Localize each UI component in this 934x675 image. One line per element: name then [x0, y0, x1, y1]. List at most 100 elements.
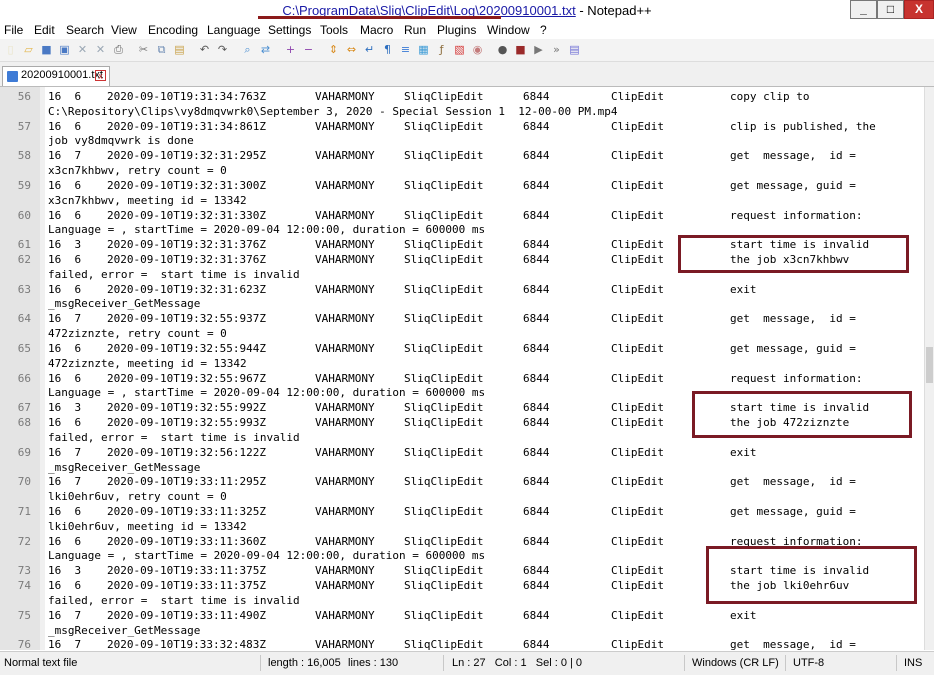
function-list-icon[interactable]: ƒ [434, 42, 449, 57]
tab-close-icon[interactable]: x [95, 70, 106, 81]
line-number: 60 [17, 208, 31, 222]
log-component: ClipEdit [611, 149, 664, 163]
zoom-out-icon[interactable]: − [301, 42, 316, 57]
log-log-level: 16 7 [48, 638, 82, 650]
menu-window[interactable]: Window [487, 23, 530, 37]
save-macro-icon[interactable]: ▤ [567, 42, 582, 57]
log-message: get message, id = [730, 149, 856, 163]
log-line-60: 60 16 6 2020-09-10T19:32:31:330Z VAHARMONY S… [0, 208, 924, 223]
text-editor[interactable]: 56 16 6 2020-09-10T19:31:34:763Z VAHARMONY S… [0, 87, 924, 650]
line-number: 70 [17, 475, 31, 489]
close-window-button[interactable]: X [904, 0, 934, 19]
line-number: 63 [17, 282, 31, 296]
minimize-button[interactable]: _ [850, 0, 877, 19]
status-divider [443, 655, 444, 671]
log-line-wrap: job vy8dmqvwrk is done [0, 133, 924, 148]
menu-view[interactable]: View [111, 23, 137, 37]
log-component: ClipEdit [611, 238, 664, 252]
zoom-in-icon[interactable]: + [283, 42, 298, 57]
line-number: 72 [17, 534, 31, 548]
stop-macro-icon[interactable]: ■ [513, 42, 528, 57]
log-timestamp: 2020-09-10T19:32:55:992Z [107, 401, 266, 415]
log-machine-name: VAHARMONY [315, 341, 375, 355]
log-app-name: SliqClipEdit [404, 371, 484, 385]
log-machine-name: VAHARMONY [315, 312, 375, 326]
tab-file[interactable]: 20200910001.txt x [2, 66, 110, 86]
line-number: 56 [17, 90, 31, 103]
print-icon[interactable]: ⎙ [111, 42, 126, 57]
log-line-wrap: C:\Repository\Clips\vy8dmqvwrk0\Septembe… [0, 104, 924, 119]
close-icon[interactable]: ✕ [75, 42, 90, 57]
log-line-69: 69 16 7 2020-09-10T19:32:56:122Z VAHARMONY S… [0, 445, 924, 460]
status-encoding[interactable]: UTF-8 [793, 657, 824, 669]
log-app-name: SliqClipEdit [404, 282, 484, 296]
log-log-level: 16 7 [48, 608, 82, 622]
save-all-icon[interactable]: ▣ [57, 42, 72, 57]
save-icon[interactable]: ■ [39, 42, 54, 57]
redo-icon[interactable]: ↷ [215, 42, 230, 57]
show-all-chars-icon[interactable]: ¶ [380, 42, 395, 57]
replace-icon[interactable]: ⇄ [258, 42, 273, 57]
log-message: copy clip to [730, 90, 810, 103]
paste-icon[interactable]: ▤ [172, 42, 187, 57]
folder-workspace-icon[interactable]: ▧ [452, 42, 467, 57]
menu-settings[interactable]: Settings [268, 23, 311, 37]
menu-search[interactable]: Search [66, 23, 104, 37]
log-log-level: 16 6 [48, 416, 82, 430]
log-line-wrap: _msgReceiver_GetMessage [0, 623, 924, 638]
log-timestamp: 2020-09-10T19:32:55:993Z [107, 416, 266, 430]
play-macro-icon[interactable]: ▶ [531, 42, 546, 57]
vertical-scrollbar[interactable] [924, 87, 934, 650]
undo-icon[interactable]: ↶ [197, 42, 212, 57]
log-line-76: 76 16 7 2020-09-10T19:33:32:483Z VAHARMONY S… [0, 637, 924, 650]
menu-plugins[interactable]: Plugins [437, 23, 476, 37]
line-number: 67 [17, 401, 31, 415]
status-eol[interactable]: Windows (CR LF) [692, 657, 779, 669]
log-wrapped-text: x3cn7khbwv, retry count = 0 [48, 164, 227, 178]
open-file-icon[interactable]: ▱ [21, 42, 36, 57]
log-line-66: 66 16 6 2020-09-10T19:32:55:967Z VAHARMONY S… [0, 371, 924, 386]
close-all-icon[interactable]: ✕ [93, 42, 108, 57]
log-app-name: SliqClipEdit [404, 638, 484, 650]
menu-help[interactable]: ? [540, 23, 547, 37]
log-process-id: 6844 [523, 253, 550, 267]
menu-tools[interactable]: Tools [320, 23, 348, 37]
log-wrapped-text: _msgReceiver_GetMessage [48, 460, 201, 474]
log-process-id: 6844 [523, 208, 550, 222]
sync-vertical-icon[interactable]: ⇕ [326, 42, 341, 57]
status-divider [684, 655, 685, 671]
find-icon[interactable]: ⌕ [240, 42, 255, 57]
new-file-icon[interactable]: ▯ [3, 42, 18, 57]
log-wrapped-text: failed, error = start time is invalid [48, 267, 300, 281]
log-machine-name: VAHARMONY [315, 475, 375, 489]
cut-icon[interactable]: ✂ [136, 42, 151, 57]
log-process-id: 6844 [523, 282, 550, 296]
word-wrap-icon[interactable]: ↵ [362, 42, 377, 57]
maximize-button[interactable]: □ [877, 0, 904, 19]
monitor-icon[interactable]: ◉ [470, 42, 485, 57]
copy-icon[interactable]: ⧉ [154, 42, 169, 57]
highlight-box-lki0ehr6uv [706, 546, 917, 604]
menu-run[interactable]: Run [404, 23, 426, 37]
log-process-id: 6844 [523, 564, 550, 578]
log-message: get message, guid = [730, 341, 856, 355]
doc-map-icon[interactable]: ▦ [416, 42, 431, 57]
record-macro-icon[interactable]: ● [495, 42, 510, 57]
menu-edit[interactable]: Edit [34, 23, 55, 37]
menu-language[interactable]: Language [207, 23, 260, 37]
line-number: 65 [17, 341, 31, 355]
menu-file[interactable]: File [4, 23, 23, 37]
menu-bar: File Edit Search View Encoding Language Settin… [0, 21, 934, 39]
scrollbar-thumb[interactable] [926, 347, 933, 383]
status-position: Ln : 27 Col : 1 Sel : 0 | 0 [452, 657, 583, 669]
indent-guide-icon[interactable]: ≡ [398, 42, 413, 57]
log-log-level: 16 6 [48, 371, 82, 385]
log-app-name: SliqClipEdit [404, 119, 484, 133]
run-macro-multiple-icon[interactable]: » [549, 42, 564, 57]
menu-macro[interactable]: Macro [360, 23, 393, 37]
log-timestamp: 2020-09-10T19:31:34:861Z [107, 119, 266, 133]
sync-horizontal-icon[interactable]: ⇔ [344, 42, 359, 57]
line-number: 58 [17, 149, 31, 163]
menu-encoding[interactable]: Encoding [148, 23, 198, 37]
log-component: ClipEdit [611, 208, 664, 222]
